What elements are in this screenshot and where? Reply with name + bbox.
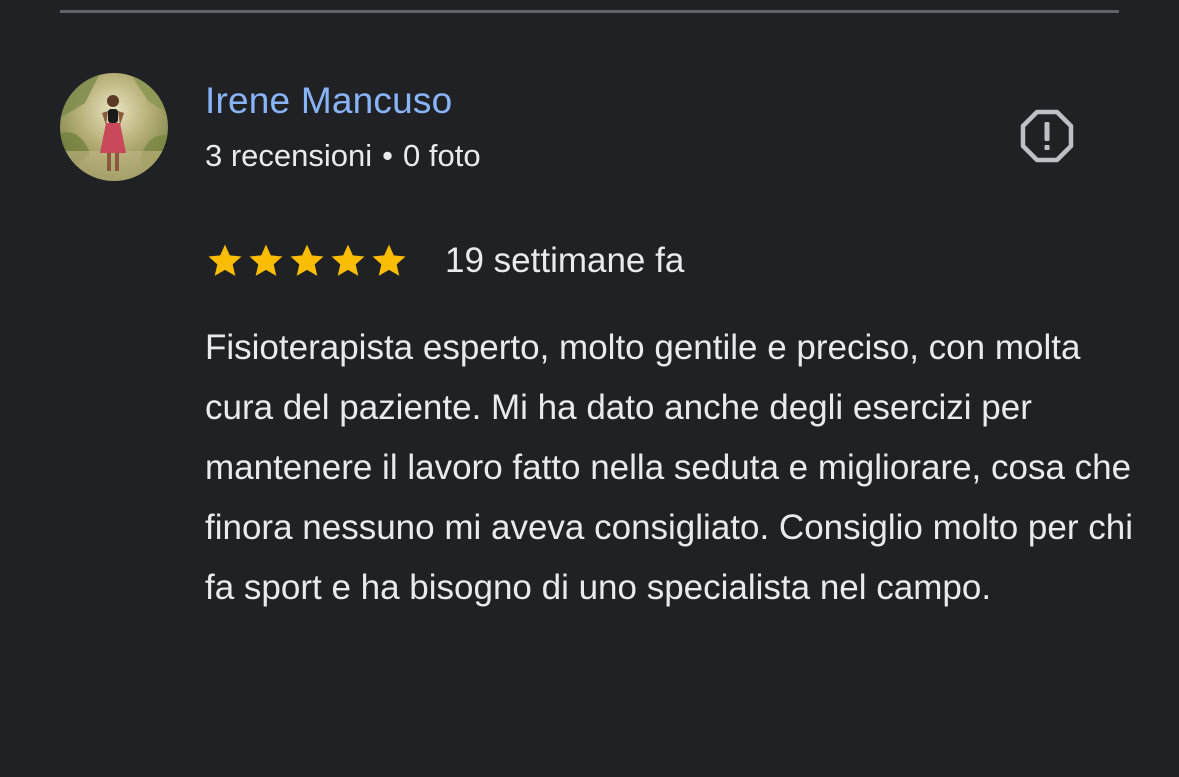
star-icon: [208, 244, 242, 276]
section-divider: [60, 10, 1119, 13]
star-icon: [331, 244, 365, 276]
report-review-button[interactable]: [1017, 106, 1077, 166]
photo-count: 0 foto: [403, 138, 481, 173]
star-icon: [249, 244, 283, 276]
reviewer-avatar[interactable]: [60, 73, 168, 181]
report-octagon-icon: [1020, 109, 1074, 163]
star-rating: [205, 241, 409, 281]
review-count: 3 recensioni: [205, 138, 373, 173]
star-icon: [372, 244, 406, 276]
review-date: 19 settimane fa: [445, 241, 685, 280]
review-text: Fisioterapista esperto, molto gentile e …: [205, 328, 1133, 607]
reviewer-name-link[interactable]: Irene Mancuso: [205, 78, 452, 124]
meta-separator: •: [382, 138, 394, 173]
reviewer-meta: 3 recensioni • 0 foto: [205, 136, 481, 176]
star-icon: [290, 244, 324, 276]
avatar-photo: [60, 73, 168, 181]
rating-row: 19 settimane fa: [205, 238, 684, 284]
